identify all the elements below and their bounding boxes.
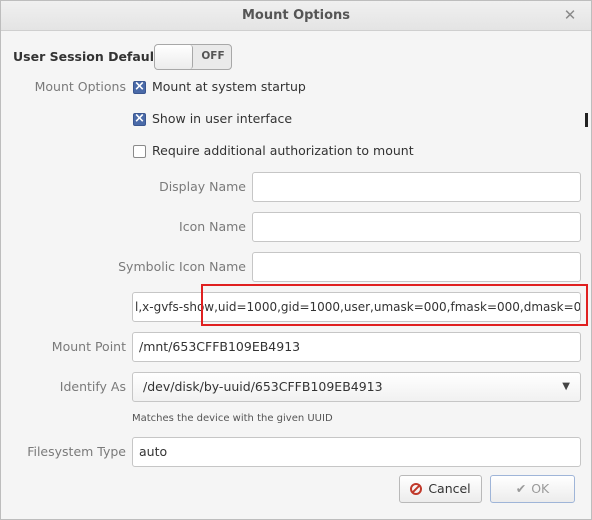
symbolic-icon-name-field[interactable] bbox=[252, 252, 581, 282]
highlight-box bbox=[201, 284, 588, 326]
cancel-button-label: Cancel bbox=[428, 481, 471, 496]
cancel-icon bbox=[410, 483, 423, 495]
title-bar: Mount Options ✕ bbox=[1, 1, 591, 31]
icon-name-label: Icon Name bbox=[179, 219, 246, 234]
ok-button[interactable]: ✔ OK bbox=[490, 475, 575, 503]
identify-as-hint: Matches the device with the given UUID bbox=[132, 413, 333, 424]
toggle-state-label: OFF bbox=[201, 50, 225, 62]
mount-at-startup-checkbox[interactable] bbox=[133, 79, 146, 94]
identify-as-value: /dev/disk/by-uuid/653CFFB109EB4913 bbox=[143, 379, 383, 394]
chevron-down-icon[interactable]: ▼ bbox=[562, 373, 570, 401]
ok-button-label: OK bbox=[531, 481, 550, 496]
mount-point-field[interactable]: /mnt/653CFFB109EB4913 bbox=[132, 332, 581, 362]
text-cursor-mark bbox=[585, 113, 588, 127]
symbolic-icon-name-label: Symbolic Icon Name bbox=[118, 259, 246, 274]
display-name-label: Display Name bbox=[159, 179, 246, 194]
close-icon[interactable]: ✕ bbox=[561, 6, 579, 24]
mount-point-label: Mount Point bbox=[51, 339, 126, 354]
show-in-ui-checkbox[interactable] bbox=[133, 111, 146, 126]
mount-options-dialog: Mount Options ✕ User Session Defaults OF… bbox=[0, 0, 592, 520]
require-auth-label[interactable]: Require additional authorization to moun… bbox=[152, 143, 414, 158]
mount-at-startup-label[interactable]: Mount at system startup bbox=[152, 79, 306, 94]
session-defaults-toggle[interactable]: OFF bbox=[154, 44, 232, 70]
filesystem-type-field[interactable]: auto bbox=[132, 437, 581, 467]
mount-options-label: Mount Options bbox=[34, 79, 126, 94]
icon-name-field[interactable] bbox=[252, 212, 581, 242]
show-in-ui-label[interactable]: Show in user interface bbox=[152, 111, 292, 126]
session-defaults-label: User Session Defaults bbox=[13, 49, 168, 64]
display-name-field[interactable] bbox=[252, 172, 581, 202]
require-auth-checkbox[interactable] bbox=[133, 145, 146, 158]
checkmark-icon: ✔ bbox=[515, 481, 527, 496]
window-title: Mount Options bbox=[241, 8, 351, 23]
identify-as-dropdown[interactable]: /dev/disk/by-uuid/653CFFB109EB4913 ▼ bbox=[132, 372, 581, 402]
identify-as-label: Identify As bbox=[59, 379, 126, 394]
toggle-knob[interactable] bbox=[155, 45, 193, 69]
filesystem-type-label: Filesystem Type bbox=[27, 444, 126, 459]
cancel-button[interactable]: Cancel bbox=[399, 475, 482, 503]
